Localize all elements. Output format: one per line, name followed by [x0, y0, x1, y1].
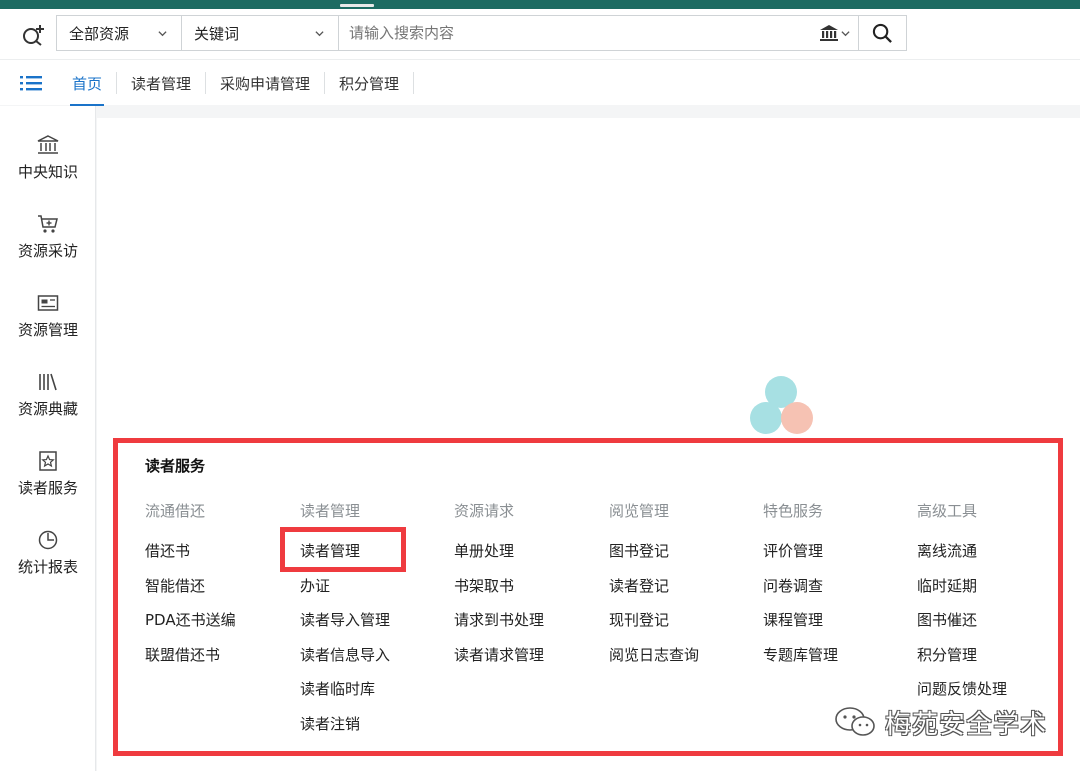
menu-column-heading: 资源请求 [454, 502, 515, 520]
menu-item[interactable]: 现刊登记 [609, 609, 759, 644]
menu-column-circulation: 流通借还 借还书 智能借还 PDA还书送编 联盟借还书 [145, 500, 295, 678]
nav-tabs: 首页 读者管理 采购申请管理 积分管理 [58, 60, 415, 106]
tab-label: 读者管理 [131, 74, 192, 93]
card-icon [37, 295, 59, 311]
menu-item[interactable]: 离线流通 [917, 540, 1067, 575]
menu-item[interactable]: 读者登记 [609, 575, 759, 610]
sidebar-item-label: 读者服务 [17, 479, 78, 497]
chevron-down-icon [840, 30, 850, 36]
bank-icon [819, 25, 838, 41]
chevron-down-icon [315, 31, 324, 37]
menu-item[interactable]: 智能借还 [145, 575, 295, 610]
menu-item[interactable]: 积分管理 [917, 644, 1067, 679]
menu-column-heading: 读者管理 [300, 502, 361, 520]
menu-item[interactable]: 图书催还 [917, 609, 1067, 644]
loading-dot [750, 402, 782, 434]
sidebar-item-label: 资源管理 [17, 321, 78, 339]
menu-item[interactable]: 临时延期 [917, 575, 1067, 610]
sidebar-item-reader-services[interactable]: 读者服务 [0, 448, 96, 518]
menu-item[interactable]: 课程管理 [763, 609, 913, 644]
menu-column-heading: 流通借还 [145, 502, 206, 520]
tab-points-management[interactable]: 积分管理 [325, 72, 415, 94]
search-field-select[interactable]: 关键词 [182, 16, 339, 50]
star-badge-icon [39, 451, 57, 471]
menu-item[interactable]: 借还书 [145, 540, 295, 575]
menu-column-heading: 阅览管理 [609, 502, 670, 520]
pie-clock-icon [38, 530, 58, 550]
bank-icon [37, 135, 59, 154]
tab-label: 积分管理 [339, 74, 400, 93]
menu-item[interactable]: 书架取书 [454, 575, 604, 610]
menu-item[interactable]: 评价管理 [763, 540, 913, 575]
menu-item[interactable]: 问卷调查 [763, 575, 913, 610]
loading-dot [781, 402, 813, 434]
menu-item[interactable]: 联盟借还书 [145, 644, 295, 679]
top-nav: 首页 读者管理 采购申请管理 积分管理 [0, 59, 1080, 106]
sidebar-item-resource-collection[interactable]: 资源典藏 [0, 369, 96, 439]
sidebar-item-resource-management[interactable]: 资源管理 [0, 290, 96, 360]
menu-item[interactable]: 读者信息导入 [300, 644, 450, 679]
highlight-box [280, 527, 406, 572]
resource-scope-select[interactable]: 全部资源 [57, 16, 182, 50]
sidebar: 中央知识 资源采访 资源管理 资源典藏 读者服务 统计报表 [0, 106, 96, 771]
menu-list-icon[interactable] [20, 73, 42, 93]
top-accent-bar [0, 0, 1080, 9]
menu-item[interactable]: 读者请求管理 [454, 644, 604, 679]
watermark-text: 梅苑安全学术 [885, 709, 1048, 740]
refresh-search-icon[interactable] [20, 23, 46, 47]
menu-item[interactable]: 阅览日志查询 [609, 644, 759, 679]
menu-column-special-services: 特色服务 评价管理 问卷调查 课程管理 专题库管理 [763, 500, 913, 678]
menu-column-resource-requests: 资源请求 单册处理 书架取书 请求到书处理 读者请求管理 [454, 500, 604, 678]
tab-home[interactable]: 首页 [58, 72, 118, 106]
menu-column-heading: 高级工具 [917, 502, 978, 520]
menu-item[interactable]: 图书登记 [609, 540, 759, 575]
menu-item[interactable]: 请求到书处理 [454, 609, 604, 644]
sidebar-item-resource-acquisition[interactable]: 资源采访 [0, 211, 96, 281]
search-input[interactable] [339, 16, 810, 50]
tab-label: 首页 [72, 74, 103, 93]
sidebar-item-central-knowledge[interactable]: 中央知识 [0, 132, 96, 202]
panel-title: 读者服务 [145, 457, 206, 475]
search-button[interactable] [859, 15, 907, 51]
menu-column-heading: 特色服务 [763, 502, 824, 520]
sidebar-item-label: 统计报表 [17, 558, 78, 576]
resource-scope-value: 全部资源 [69, 24, 130, 43]
tab-purchase-request-management[interactable]: 采购申请管理 [206, 72, 326, 94]
sidebar-item-statistics-reports[interactable]: 统计报表 [0, 527, 96, 597]
library-select[interactable] [810, 16, 858, 50]
tab-reader-management[interactable]: 读者管理 [117, 72, 207, 94]
sidebar-item-label: 资源典藏 [17, 400, 78, 418]
menu-item[interactable]: 读者导入管理 [300, 609, 450, 644]
menu-item[interactable]: 办证 [300, 575, 450, 610]
menu-item[interactable]: 单册处理 [454, 540, 604, 575]
search-field-value: 关键词 [194, 24, 240, 43]
wechat-icon [835, 707, 875, 736]
sidebar-item-label: 资源采访 [17, 242, 78, 260]
tab-label: 采购申请管理 [220, 74, 311, 93]
menu-item[interactable]: PDA还书送编 [145, 609, 295, 644]
cart-add-icon [38, 215, 58, 233]
search-icon [872, 23, 892, 43]
menu-item[interactable]: 读者注销 [300, 713, 450, 748]
chevron-down-icon [158, 31, 167, 37]
menu-column-advanced-tools: 高级工具 离线流通 临时延期 图书催还 积分管理 问题反馈处理 [917, 500, 1067, 713]
search-bar-row: 全部资源 关键词 [0, 9, 1080, 59]
sidebar-item-label: 中央知识 [17, 163, 78, 181]
books-icon [39, 373, 57, 391]
menu-item[interactable]: 专题库管理 [763, 644, 913, 679]
search-box: 全部资源 关键词 [56, 15, 859, 51]
watermark: 梅苑安全学术 [833, 702, 1047, 742]
menu-item[interactable]: 读者临时库 [300, 678, 450, 713]
window-notch [340, 4, 374, 7]
menu-column-reading-room: 阅览管理 图书登记 读者登记 现刊登记 阅览日志查询 [609, 500, 759, 678]
